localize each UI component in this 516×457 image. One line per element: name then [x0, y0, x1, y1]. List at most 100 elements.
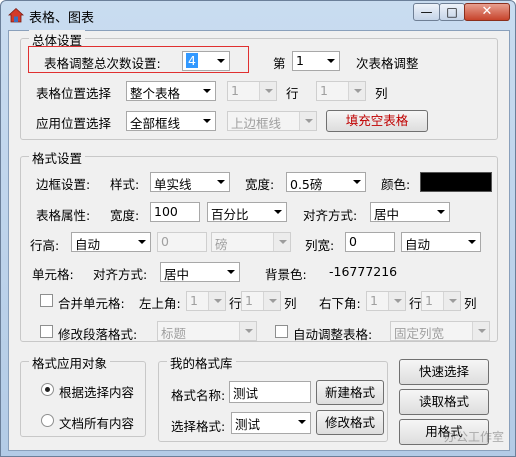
format-name-label: 格式名称: [171, 388, 226, 403]
apply-position-value: 全部框线 [130, 116, 181, 131]
apply-selected-radio[interactable] [41, 383, 54, 396]
format-library-legend: 我的格式库 [167, 353, 236, 372]
line-style-value: 单实线 [154, 177, 192, 192]
bottom-right-label: 右下角: [319, 296, 361, 311]
autofit-table-label: 自动调整表格: [293, 327, 373, 342]
top-left-col-select[interactable]: 1 [241, 291, 281, 311]
background-color-label: 背景色: [265, 267, 307, 282]
chevron-down-icon [322, 52, 339, 70]
fill-empty-table-label: 填充空表格 [345, 113, 409, 128]
chevron-down-icon [299, 112, 316, 130]
adjust-count-select[interactable]: 4 [182, 51, 230, 71]
line-style-select[interactable]: 单实线 [150, 172, 230, 192]
table-position-value: 整个表格 [130, 86, 181, 101]
paragraph-style-value: 标题 [161, 326, 187, 341]
nth-adjust-select[interactable]: 1 [292, 51, 340, 71]
cell-align-label: 对齐方式: [93, 267, 148, 282]
select-format-select[interactable]: 测试 [231, 412, 311, 434]
border-color-swatch[interactable] [420, 172, 492, 192]
maximize-button[interactable]: □ [439, 3, 465, 21]
line-width-value: 0.5磅 [290, 177, 323, 192]
quick-select-button[interactable]: 快速选择 [399, 359, 489, 385]
bottom-right-col-label: 列 [464, 296, 477, 311]
apply-all-label: 文档所有内容 [59, 416, 135, 431]
background-color-value[interactable]: -16777216 [329, 264, 397, 279]
row-height-unit-value: 磅 [215, 237, 228, 252]
table-width-input[interactable]: 100 [150, 202, 200, 222]
apply-target-legend: 格式应用对象 [29, 353, 111, 372]
table-align-select[interactable]: 居中 [370, 202, 450, 222]
column-value: 1 [320, 83, 328, 98]
bottom-right-col-select[interactable]: 1 [421, 291, 461, 311]
watermark-text: 办公工作室 [444, 430, 505, 444]
dialog-window: 表格、图表 — □ ✕ 总体设置 表格调整总次数设置: 4 第 1 次表格调整 … [0, 0, 516, 457]
row-select[interactable]: 1 [227, 81, 277, 101]
select-format-value: 测试 [235, 417, 261, 432]
table-width-unit-value: 百分比 [211, 207, 249, 222]
modify-format-button[interactable]: 修改格式 [316, 410, 384, 435]
apply-position-label: 应用位置选择 [36, 116, 112, 131]
row-height-unit-select[interactable]: 磅 [211, 232, 291, 252]
close-button[interactable]: ✕ [464, 3, 510, 21]
bottom-right-row-select[interactable]: 1 [366, 291, 406, 311]
window-title: 表格、图表 [29, 11, 95, 26]
format-settings-legend: 格式设置 [29, 148, 86, 167]
format-name-input[interactable]: 测试 [229, 381, 311, 403]
chevron-down-icon [133, 233, 150, 251]
minimize-button[interactable]: — [413, 3, 440, 21]
column-width-mode-value: 自动 [405, 237, 431, 252]
new-format-button[interactable]: 新建格式 [316, 380, 384, 405]
paragraph-style-select[interactable]: 标题 [157, 321, 257, 341]
read-format-button[interactable]: 读取格式 [399, 389, 489, 415]
row-value: 1 [231, 83, 239, 98]
column-width-input[interactable]: 0 [345, 232, 395, 252]
style-label: 样式: [110, 177, 140, 192]
table-align-label: 对齐方式: [303, 208, 358, 223]
modify-paragraph-checkbox[interactable] [40, 325, 53, 338]
chevron-down-icon [388, 292, 405, 310]
chevron-down-icon [273, 233, 290, 251]
row-height-input[interactable]: 0 [157, 232, 207, 252]
apply-position-select[interactable]: 全部框线 [126, 111, 216, 131]
column-width-mode-select[interactable]: 自动 [401, 232, 481, 252]
autofit-mode-select[interactable]: 固定列宽 [390, 321, 490, 341]
bottom-right-row-label: 行 [409, 296, 422, 311]
table-align-value: 居中 [374, 207, 400, 222]
line-width-select[interactable]: 0.5磅 [286, 172, 366, 192]
table-attributes-label: 表格属性: [36, 208, 91, 223]
modify-format-label: 修改格式 [324, 415, 375, 430]
autofit-table-checkbox[interactable] [275, 325, 288, 338]
dialog-client-area: 总体设置 表格调整总次数设置: 4 第 1 次表格调整 表格位置选择 整个表格 … [8, 30, 510, 451]
cell-align-value: 居中 [164, 267, 190, 282]
table-position-select[interactable]: 整个表格 [126, 81, 216, 101]
read-format-label: 读取格式 [418, 394, 469, 409]
maximize-icon: □ [446, 5, 458, 19]
border-position-select[interactable]: 上边框线 [227, 111, 317, 131]
merge-cells-checkbox[interactable] [40, 294, 53, 307]
chevron-down-icon [212, 173, 229, 191]
chevron-down-icon [263, 292, 280, 310]
apply-all-radio[interactable] [41, 414, 54, 427]
chevron-down-icon [348, 82, 365, 100]
row-height-mode-select[interactable]: 自动 [71, 232, 151, 252]
quick-select-label: 快速选择 [418, 364, 469, 379]
fill-empty-table-button[interactable]: 填充空表格 [326, 110, 428, 132]
top-left-col-label: 列 [284, 296, 297, 311]
autofit-mode-value: 固定列宽 [394, 326, 445, 341]
new-format-label: 新建格式 [324, 385, 375, 400]
adjust-count-value: 4 [186, 53, 198, 68]
cell-align-select[interactable]: 居中 [160, 262, 240, 282]
chevron-down-icon [432, 203, 449, 221]
table-width-unit-select[interactable]: 百分比 [207, 202, 287, 222]
chevron-down-icon [208, 292, 225, 310]
column-select[interactable]: 1 [316, 81, 366, 101]
top-left-row-select[interactable]: 1 [186, 291, 226, 311]
column-label: 列 [375, 86, 388, 101]
chevron-down-icon [239, 322, 256, 340]
merge-cells-label: 合并单元格: [58, 296, 125, 311]
adjust-count-label: 表格调整总次数设置: [44, 56, 161, 71]
chevron-down-icon [293, 413, 310, 431]
title-bar[interactable]: 表格、图表 — □ ✕ [1, 1, 515, 29]
chevron-down-icon [212, 52, 229, 70]
bottom-right-col-value: 1 [425, 293, 433, 308]
